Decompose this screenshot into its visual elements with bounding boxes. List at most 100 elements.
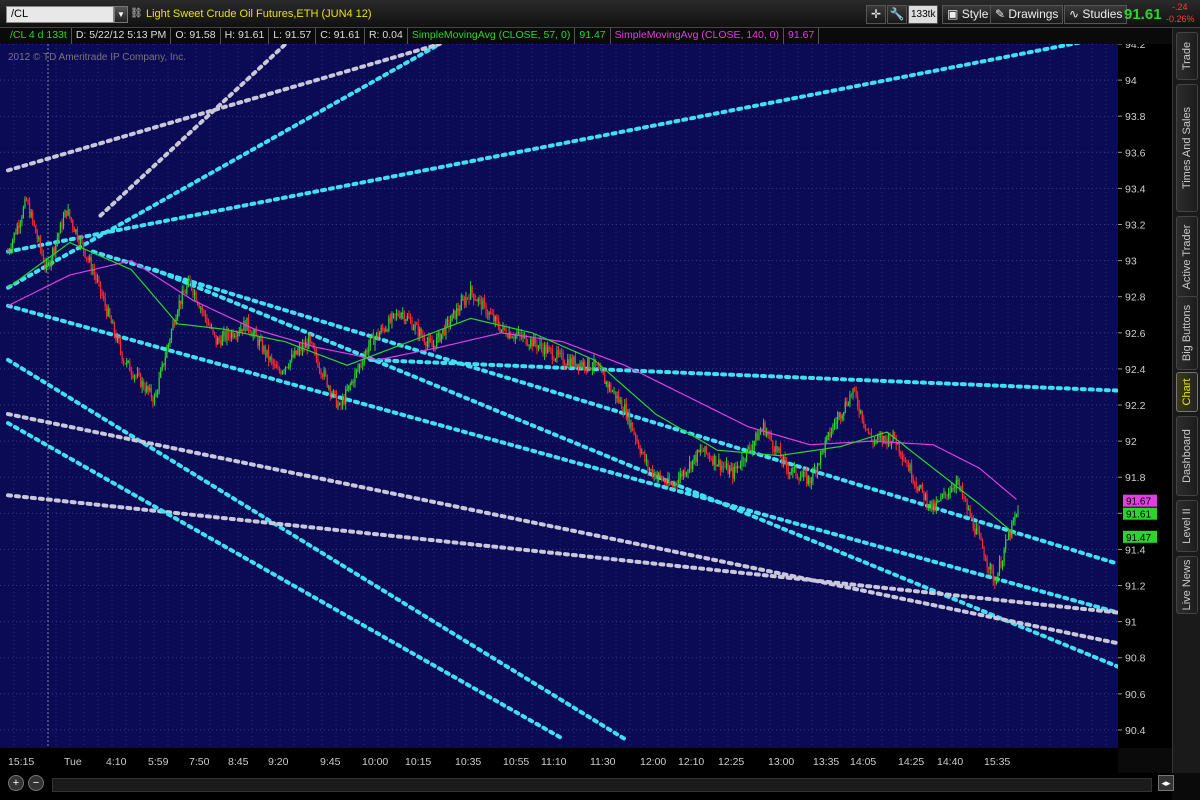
candle-body [707,453,709,455]
candle-body [334,390,336,393]
candle-body [634,434,637,440]
candle-body [22,207,25,218]
candle-body [690,461,692,469]
candle-body [880,435,882,437]
candle-body [440,333,442,342]
sma57-label[interactable]: SimpleMovingAvg (CLOSE, 57, 0) [408,28,576,44]
candle-body [618,395,620,402]
candle-body [286,366,288,368]
style-button[interactable]: ▣ Style [942,5,994,24]
candle-body [355,369,358,373]
candle-body [480,298,483,310]
candle-body [713,455,715,465]
candle-body [932,503,934,511]
symbol-input[interactable]: /CL [6,6,114,23]
y-tick-label: 93.4 [1125,183,1146,195]
candle-body [397,313,399,317]
wrench-icon[interactable]: 🔧 [887,5,907,24]
candle-body [459,309,461,312]
info-bar: /CL 4 d 133t D: 5/22/12 5:13 PM O: 91.58 H:… [6,28,820,44]
candle-body [462,299,464,301]
candle-body [648,469,651,471]
candle-body [957,480,959,481]
candle-body [536,343,538,349]
aggregation-badge[interactable]: 133tk [908,5,938,24]
candle-body [727,463,729,474]
tab-times-and-sales[interactable]: Times And Sales [1176,84,1198,212]
candle-body [813,468,816,470]
candle-body [584,361,586,369]
expand-arrows-icon[interactable]: ◂▸ [1158,775,1174,791]
candle-body [56,238,58,243]
candle-body [733,466,735,479]
horizontal-scrollbar[interactable] [52,778,1152,792]
link-icon[interactable]: ⛓ [130,8,143,20]
candle-body [971,517,973,519]
y-tick-label: 91.4 [1125,544,1146,556]
candle-body [685,472,688,476]
price-chart[interactable] [0,44,1118,748]
candle-body [403,312,405,321]
candle-body [545,345,547,354]
candle-body [693,455,695,460]
candle-body [70,217,72,221]
drawings-button[interactable]: ✎ Drawings [990,5,1064,24]
candle-body [106,306,108,316]
symbol-dropdown-button[interactable]: ▼ [114,6,128,23]
candle-body [671,485,674,486]
candle-body [843,411,845,416]
candle-body [775,446,777,453]
candle-body [951,488,953,493]
studies-button[interactable]: ∿ Studies [1064,5,1128,24]
candle-body [934,503,936,510]
tab-active-trader[interactable]: Active Trader [1176,216,1198,298]
candle-body [960,487,962,489]
candle-body [877,436,879,440]
candle-body [33,220,35,226]
candle-body [59,223,62,234]
x-tick-label: 10:00 [362,756,389,768]
candle-body [13,232,15,241]
candle-body [795,466,797,477]
candle-body [605,381,607,384]
sma140-label[interactable]: SimpleMovingAvg (CLOSE, 140, 0) [611,28,785,44]
candle-body [389,317,392,323]
candle-body [974,529,976,535]
candle-body [314,348,316,351]
candle-body [527,344,529,346]
candle-body [371,334,373,337]
candle-body [861,410,863,421]
x-tick-label: Tue [64,756,82,768]
time-axis[interactable]: 15:15 Tue 4:10 5:59 7:50 8:45 9:20 9:45 10:00 10:… [0,748,1118,773]
candle-body [664,479,666,484]
candle-body [235,336,237,337]
candle-body [616,395,618,399]
candle-body [244,320,247,331]
tab-dashboard[interactable]: Dashboard [1176,416,1198,496]
candle-body [271,357,273,361]
x-tick-label: 13:00 [768,756,795,768]
candle-body [1000,561,1002,568]
candle-body [977,528,979,531]
zoom-in-icon[interactable]: + [8,775,24,791]
crosshair-tool-icon[interactable]: ✛ [866,5,886,24]
tab-trade[interactable]: Trade [1176,32,1198,80]
tab-level-ii[interactable]: Level II [1176,500,1198,552]
candle-body [326,375,328,387]
candle-body [573,356,575,365]
price-axis[interactable]: 94.2 94 93.8 93.6 93.4 93.2 93 92.8 92.6 92.4 92.2… [1118,44,1172,748]
tab-big-buttons[interactable]: Big Buttons [1176,296,1198,370]
tab-chart[interactable]: Chart [1176,372,1198,412]
candle-body [860,410,862,413]
zoom-out-icon[interactable]: − [28,775,44,791]
candle-body [229,335,231,338]
candle-body [139,374,142,387]
candle-body [639,447,641,454]
candle-body [826,436,828,442]
candle-body [722,465,725,467]
candle-body [149,387,151,391]
tab-live-news[interactable]: Live News [1176,556,1198,614]
candle-body [372,334,375,345]
y-tick-label: 91.8 [1125,472,1146,484]
candle-body [721,465,723,470]
